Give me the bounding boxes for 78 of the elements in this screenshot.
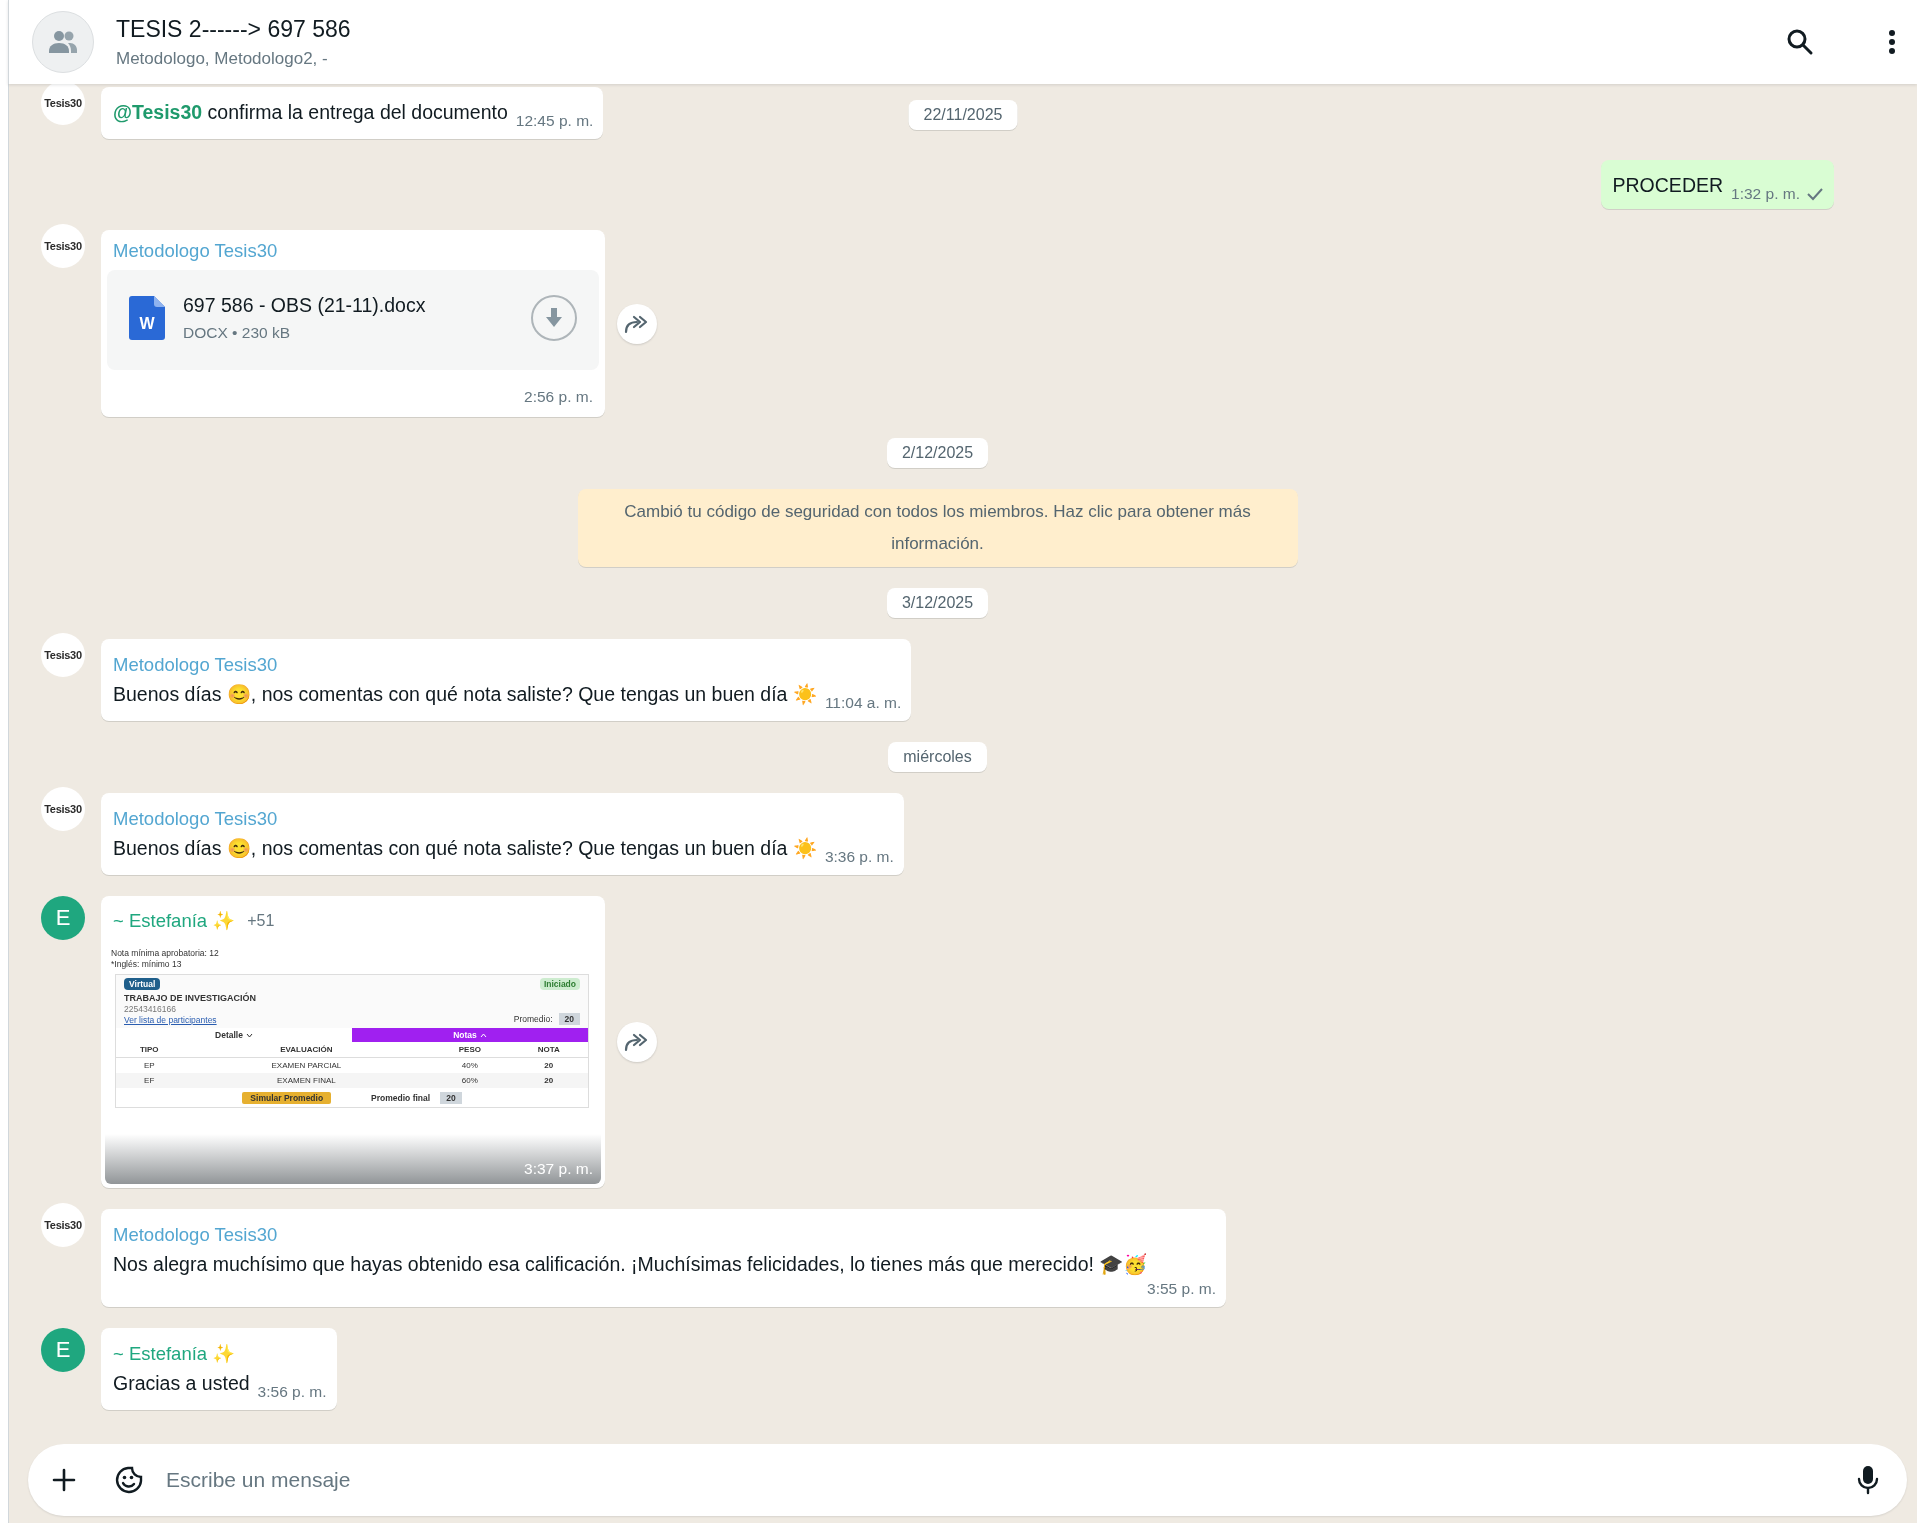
course-title: TRABAJO DE INVESTIGACIÓN [124, 993, 256, 1003]
message-time: 1:32 p. m. [1731, 184, 1800, 204]
forward-icon [624, 1032, 650, 1052]
chat-members: Metodologo, Metodologo2, - [116, 48, 329, 69]
message-time: 12:45 p. m. [515, 111, 594, 131]
date-chip: miércoles [888, 742, 987, 772]
sender-avatar[interactable]: E [41, 1328, 85, 1372]
chevron-icon [245, 1032, 253, 1038]
group-icon [48, 30, 78, 54]
column-header: PESO [430, 1042, 510, 1058]
file-info: DOCX • 230 kB [183, 324, 292, 342]
forward-icon [624, 313, 650, 334]
sender-avatar[interactable]: Tesis30 [41, 1203, 85, 1247]
chevron-icon [479, 1032, 487, 1038]
column-header: NOTA [509, 1042, 588, 1058]
column-header: TIPO [116, 1042, 183, 1058]
download-icon [544, 307, 564, 329]
message-text: @Tesis30 confirma la entrega del documento [113, 100, 508, 125]
message-text: PROCEDER [1612, 173, 1724, 198]
average-label: Promedio: [513, 1014, 553, 1024]
table-cell: EF [116, 1073, 183, 1088]
menu-icon[interactable] [1888, 29, 1896, 55]
date-chip: 22/11/2025 [908, 100, 1018, 130]
message-time: 3:36 p. m. [824, 847, 894, 867]
message-time: 11:04 a. m. [824, 693, 902, 713]
sender-name[interactable]: Metodologo Tesis30 [113, 236, 278, 266]
course-code: 22543416166 [124, 1004, 177, 1014]
screenshot-note: *Inglés: mínimo 13 [111, 959, 183, 970]
date-chip: 3/12/2025 [886, 588, 989, 618]
sender-name[interactable]: Metodologo Tesis30 [113, 1220, 278, 1250]
message-text: Nos alegra muchísimo que hayas obtenido esa calificación. ¡Muchísimas felicidades, lo tienes más que merecido! 🎓🥳 [113, 1252, 1148, 1277]
final-average-value: 20 [440, 1091, 462, 1104]
table-cell: EP [116, 1057, 183, 1073]
message-text: Buenos días 😊, nos comentas con qué nota saliste? Que tengas un buen día ☀ [113, 836, 817, 861]
sender-avatar[interactable]: Tesis30 [41, 787, 85, 831]
sender-phone: +51 [247, 911, 275, 931]
status-badge: Iniciado [539, 978, 580, 990]
message-time: 3:37 p. m. [524, 1160, 593, 1178]
table-cell: EXAMEN PARCIAL [182, 1057, 431, 1073]
mention-link[interactable]: @Tesis30 [113, 101, 203, 123]
document-icon: W [129, 296, 165, 340]
message-field[interactable]: Escribe un mensaje [28, 1444, 1907, 1516]
sender-name[interactable]: Metodologo Tesis30 [113, 650, 278, 680]
table-cell: 60% [430, 1073, 510, 1088]
date-chip: 2/12/2025 [886, 438, 989, 468]
table-cell: 20 [509, 1073, 588, 1088]
screenshot-note: Nota mínima aprobatoria: 12 [111, 948, 220, 959]
column-header: EVALUACIÓN [182, 1042, 431, 1058]
sender-avatar[interactable]: Tesis30 [41, 224, 85, 268]
chat-title[interactable]: TESIS 2------> 697 586 [116, 15, 1786, 43]
sender-avatar[interactable]: E [41, 896, 85, 940]
mode-badge: Virtual [124, 978, 161, 990]
message-input[interactable]: Escribe un mensaje [164, 1467, 1857, 1493]
message-text: Buenos días 😊, nos comentas con qué nota saliste? Que tengas un buen día ☀ [113, 682, 817, 707]
message-time: 2:56 p. m. [524, 388, 593, 406]
file-name: 697 586 - OBS (21-11).docx [183, 294, 426, 317]
forward-button[interactable] [617, 303, 657, 344]
file-card[interactable]: W 697 586 - OBS (21-11).docx DOCX • 230 kB [107, 270, 599, 370]
message-text: Gracias a usted [113, 1371, 250, 1396]
download-button[interactable] [531, 295, 577, 341]
microphone-icon[interactable] [1857, 1465, 1879, 1495]
message-time: 3:55 p. m. [1147, 1279, 1216, 1299]
sender-name[interactable]: ~ Estefanía ✨ [113, 1339, 236, 1369]
table-cell: 20 [509, 1057, 588, 1073]
sender-avatar[interactable]: Tesis30 [41, 84, 85, 125]
average-value: 20 [558, 1013, 580, 1025]
table-cell: EXAMEN FINAL [182, 1073, 431, 1088]
final-average-label: Promedio final [371, 1092, 431, 1103]
table-cell: 40% [430, 1057, 510, 1073]
security-notice[interactable]: Cambió tu código de seguridad con todos los miembros. Haz clic para obtener más información. [577, 489, 1298, 567]
plus-icon[interactable] [52, 1468, 76, 1492]
sticker-icon[interactable] [114, 1465, 144, 1495]
sender-avatar[interactable]: Tesis30 [41, 633, 85, 677]
sender-name[interactable]: ~ Estefanía ✨ [113, 906, 236, 936]
sender-name[interactable]: Metodologo Tesis30 [113, 804, 278, 834]
forward-button[interactable] [617, 1022, 657, 1062]
search-icon[interactable] [1786, 28, 1814, 56]
message-time: 3:56 p. m. [257, 1382, 327, 1402]
